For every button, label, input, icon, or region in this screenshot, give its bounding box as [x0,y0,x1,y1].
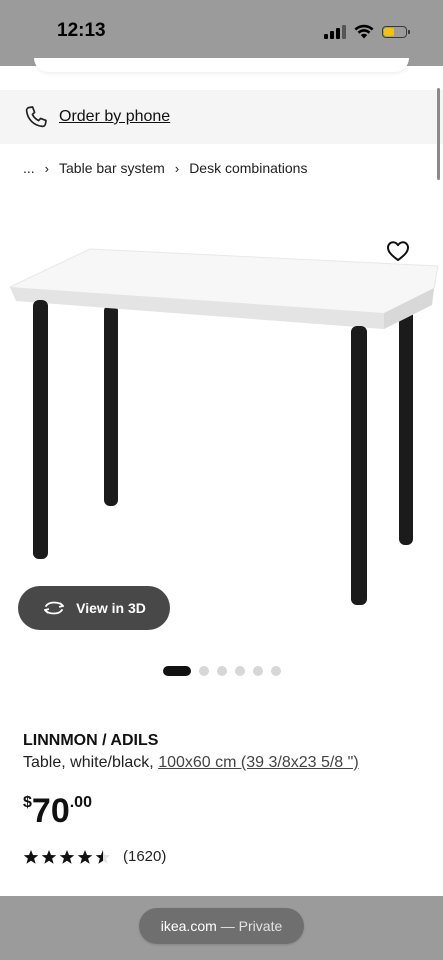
carousel-indicator [163,666,281,676]
table-leg-front-left [33,300,48,559]
product-image[interactable] [0,190,443,650]
carousel-dot-5[interactable] [253,666,263,676]
table-leg-front-right [351,326,367,605]
product-size-link[interactable]: 100x60 cm (39 3/8x23 5/8 ") [158,754,358,771]
heart-icon[interactable] [386,240,410,262]
product-rating[interactable]: (1620) [23,848,166,865]
view-in-3d-label: View in 3D [76,600,146,616]
chevron-right-icon: › [44,160,50,176]
carousel-dot-4[interactable] [235,666,245,676]
screen: 12:13 Order by phone ... › Table bar sys… [0,0,443,960]
cellular-signal-icon [324,24,346,39]
breadcrumb-item-desk-combinations[interactable]: Desk combinations [189,160,307,176]
private-mode-label: — Private [220,918,283,934]
star-icon [23,849,39,864]
carousel-dot-1[interactable] [163,666,191,676]
phone-icon [25,106,47,128]
chevron-right-icon: › [174,160,180,176]
price-integer: 70 [31,792,70,830]
product-description: Table, white/black, 100x60 cm (39 3/8x23… [23,754,359,772]
view-in-3d-button[interactable]: View in 3D [18,586,170,630]
address-bar-url: ikea.com [160,918,217,934]
star-icon [41,849,57,864]
status-bar: 12:13 [0,0,443,66]
star-icon [77,849,93,864]
status-icons [324,24,410,39]
product-price: $70.00 [23,792,92,831]
battery-icon [382,25,410,38]
order-by-phone-banner[interactable]: Order by phone [0,90,443,144]
rating-count: (1620) [123,848,167,865]
breadcrumb-item-table-bar-system[interactable]: Table bar system [59,160,165,176]
product-name: LINNMON / ADILS [23,732,159,749]
breadcrumb: ... › Table bar system › Desk combinatio… [23,160,307,176]
scrollbar[interactable] [437,88,440,180]
breadcrumb-item-ellipsis[interactable]: ... [23,160,35,176]
rotate-3d-icon [44,601,65,615]
table-leg-back-right [399,300,413,545]
carousel-dot-3[interactable] [217,666,227,676]
product-type: Table, white/black, [23,754,159,771]
order-by-phone-link[interactable]: Order by phone [59,108,170,126]
carousel-dot-6[interactable] [271,666,281,676]
previous-section-edge [0,58,443,90]
price-decimal: .00 [69,794,92,811]
rating-stars [23,849,111,865]
half-star-icon [95,849,111,864]
wifi-icon [354,24,374,39]
price-currency: $ [23,794,32,811]
star-icon [59,849,75,864]
table-leg-back-left [104,305,118,506]
battery-level [384,27,395,36]
carousel-dot-2[interactable] [199,666,209,676]
address-bar[interactable]: ikea.com — Private [139,908,304,944]
status-time: 12:13 [57,20,106,41]
